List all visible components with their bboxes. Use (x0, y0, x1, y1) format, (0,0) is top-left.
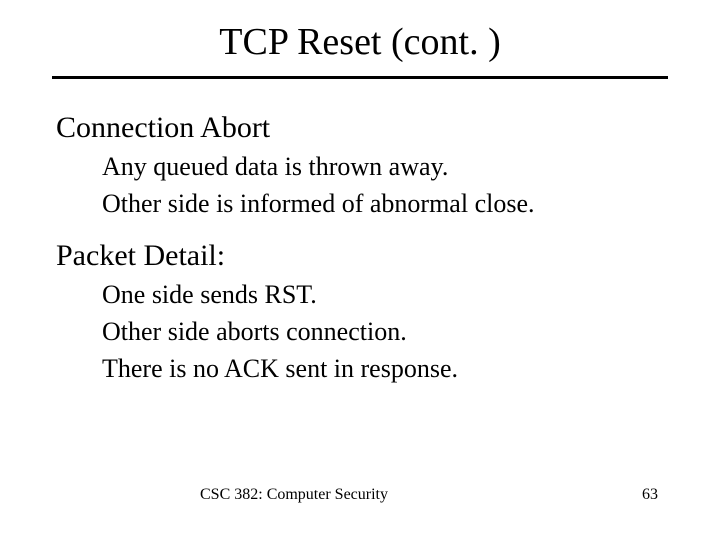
slide-title: TCP Reset (cont. ) (219, 20, 500, 64)
bullet-item: Other side aborts connection. (102, 314, 664, 349)
slide: TCP Reset (cont. ) Connection Abort Any … (0, 0, 720, 540)
section-heading-packet-detail: Packet Detail: (56, 239, 664, 273)
footer-page-number: 63 (642, 486, 658, 504)
slide-body: Connection Abort Any queued data is thro… (0, 79, 720, 386)
bullet-item: There is no ACK sent in response. (102, 351, 664, 386)
bullet-item: Other side is informed of abnormal close… (102, 186, 664, 221)
section-heading-connection-abort: Connection Abort (56, 111, 664, 145)
footer-course: CSC 382: Computer Security (200, 486, 388, 504)
title-wrap: TCP Reset (cont. ) (0, 0, 720, 64)
bullet-item: One side sends RST. (102, 277, 664, 312)
bullet-item: Any queued data is thrown away. (102, 149, 664, 184)
